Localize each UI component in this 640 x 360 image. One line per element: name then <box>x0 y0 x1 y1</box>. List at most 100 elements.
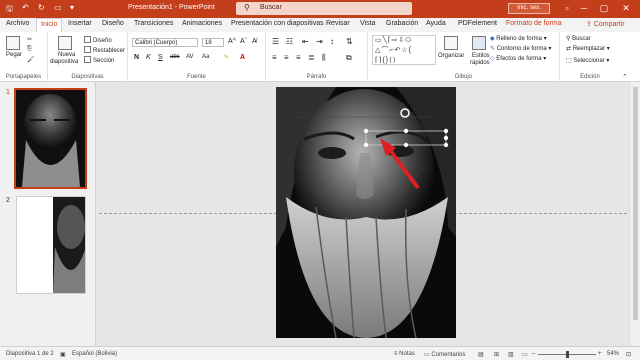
selected-shape-overlay[interactable] <box>350 100 460 195</box>
line-spacing-icon[interactable]: ↕ <box>330 37 334 46</box>
char-spacing-button[interactable]: AV <box>186 54 194 60</box>
shape-effects-button[interactable]: ◇ Efectos de forma ▾ <box>490 55 546 62</box>
resize-handle-t[interactable] <box>403 128 409 134</box>
font-color-icon[interactable]: A <box>240 54 245 61</box>
paste-icon[interactable] <box>6 36 20 50</box>
cut-icon[interactable]: ✂ <box>27 36 32 43</box>
slide-thumbnail-2[interactable] <box>16 196 86 294</box>
tab-archivo[interactable]: Archivo <box>6 20 29 27</box>
quick-styles-icon[interactable] <box>472 36 486 50</box>
language-indicator[interactable]: Español (Bolivia) <box>72 351 117 357</box>
shrink-font-icon[interactable]: Aˇ <box>240 38 247 45</box>
section-button[interactable]: Sección <box>84 56 114 64</box>
shape-outline-button[interactable]: ✎ Contorno de forma ▾ <box>490 45 551 52</box>
underline-button[interactable]: S <box>158 54 163 61</box>
quick-styles-label-1[interactable]: Estilos <box>472 53 490 59</box>
collapse-ribbon-icon[interactable]: ⌃ <box>622 73 628 81</box>
zoom-level[interactable]: 54% <box>607 351 619 357</box>
change-case-button[interactable]: Aa <box>202 54 209 60</box>
strikethrough-button[interactable]: abc <box>170 54 180 60</box>
spellcheck-icon[interactable]: ▣ <box>60 351 66 358</box>
notes-button[interactable]: ≡ Notas <box>394 351 415 357</box>
tab-insertar[interactable]: Insertar <box>68 20 92 27</box>
reset-button[interactable]: Restablecer <box>84 46 125 54</box>
comments-button[interactable]: ▭ Comentarios <box>424 351 465 358</box>
tab-revisar[interactable]: Revisar <box>326 20 350 27</box>
format-painter-icon[interactable]: 🖌 <box>27 56 35 63</box>
find-button[interactable]: ⚲ Buscar <box>566 35 591 42</box>
tab-formato-de-forma[interactable]: Formato de forma <box>506 20 562 27</box>
reading-view-icon[interactable]: ▥ <box>508 351 514 358</box>
bold-button[interactable]: N <box>134 54 139 61</box>
zoom-out-icon[interactable]: – <box>532 351 535 357</box>
select-button[interactable]: ⬚ Seleccionar ▾ <box>566 57 609 64</box>
replace-button[interactable]: ⇄ Reemplazar ▾ <box>566 45 610 52</box>
resize-handle-b[interactable] <box>403 142 409 148</box>
quick-styles-label-2[interactable]: rápidos <box>470 60 490 66</box>
redo-icon[interactable]: ↻ <box>38 3 45 12</box>
tab-pdfelement[interactable]: PDFelement <box>458 20 497 27</box>
decrease-indent-icon[interactable]: ⇤ <box>302 37 309 46</box>
new-slide-icon[interactable] <box>58 36 72 50</box>
ribbon-display-icon[interactable]: ▫ <box>560 2 574 15</box>
zoom-slider-knob[interactable] <box>566 351 569 358</box>
font-size-select[interactable]: 18 <box>202 38 224 47</box>
new-slide-label-2[interactable]: diapositiva <box>50 59 78 65</box>
highlight-icon[interactable]: ✎ <box>224 54 229 61</box>
customize-qat-icon[interactable]: ▾ <box>70 3 74 12</box>
increase-indent-icon[interactable]: ⇥ <box>316 37 323 46</box>
save-icon[interactable]: 🖫 <box>6 3 13 17</box>
slideshow-view-icon[interactable]: ▭ <box>522 351 528 358</box>
zoom-in-icon[interactable]: + <box>598 351 602 357</box>
text-direction-icon[interactable]: ⇅ <box>346 37 353 46</box>
columns-icon[interactable]: ⫼ <box>322 53 326 63</box>
tab-presentacion[interactable]: Presentación con diapositivas <box>231 20 324 27</box>
resize-handle-tl[interactable] <box>363 128 369 134</box>
tab-animaciones[interactable]: Animaciones <box>182 20 222 27</box>
tab-vista[interactable]: Vista <box>360 20 375 27</box>
bullets-icon[interactable]: ☰ <box>272 37 279 46</box>
slide-thumbnail-1[interactable] <box>14 88 87 189</box>
vertical-scrollbar[interactable] <box>629 82 640 346</box>
align-center-icon[interactable]: ≡ <box>284 53 289 62</box>
tab-ayuda[interactable]: Ayuda <box>426 20 446 27</box>
tab-diseno[interactable]: Diseño <box>102 20 124 27</box>
minimize-button[interactable]: ─ <box>577 2 591 15</box>
resize-handle-bl[interactable] <box>363 142 369 148</box>
sign-in-button[interactable]: Inic. ses. <box>508 3 550 14</box>
justify-icon[interactable]: ≣ <box>308 53 315 62</box>
numbering-icon[interactable]: ☷ <box>286 37 293 46</box>
share-button[interactable]: ⇪ Compartir <box>586 20 625 28</box>
resize-handle-br[interactable] <box>443 142 449 148</box>
slide-sorter-icon[interactable]: ⊞ <box>494 351 499 358</box>
layout-button[interactable]: Diseño <box>84 36 112 44</box>
tab-grabacion[interactable]: Grabación <box>386 20 418 27</box>
resize-handle-tr[interactable] <box>443 128 449 134</box>
search-box[interactable]: ⚲ Buscar <box>236 2 412 15</box>
shape-fill-button[interactable]: ◆ Relleno de forma ▾ <box>490 35 547 42</box>
slideshow-icon[interactable]: ▭ <box>54 3 62 12</box>
tab-transiciones[interactable]: Transiciones <box>134 20 173 27</box>
align-right-icon[interactable]: ≡ <box>296 53 301 62</box>
arrange-button[interactable]: Organizar <box>438 53 464 59</box>
rotate-handle-icon[interactable] <box>400 108 410 118</box>
new-slide-label-1[interactable]: Nueva <box>58 52 75 58</box>
shapes-gallery[interactable]: ▭╲⌈⇨⇩⬭ △⌒⌐↶☆{⌈⌉{}⟨⟩ <box>372 35 436 65</box>
align-left-icon[interactable]: ≡ <box>272 53 277 62</box>
tab-inicio[interactable]: Inicio <box>36 18 63 32</box>
copy-icon[interactable]: ⎘ <box>27 46 32 53</box>
clear-format-icon[interactable]: A̸ <box>252 38 257 45</box>
scrollbar-thumb[interactable] <box>633 87 638 320</box>
smartart-icon[interactable]: ⧉ <box>346 53 352 63</box>
arrange-icon[interactable] <box>444 36 458 50</box>
grow-font-icon[interactable]: A^ <box>228 38 236 45</box>
italic-button[interactable]: K <box>146 54 151 61</box>
maximize-button[interactable]: ▢ <box>597 2 611 15</box>
normal-view-icon[interactable]: ▤ <box>478 351 484 358</box>
paste-button[interactable]: Pegar <box>6 52 22 58</box>
font-name-select[interactable]: Calibri (Cuerpo) <box>132 38 198 47</box>
undo-icon[interactable]: ↶ <box>22 3 29 12</box>
close-button[interactable]: ✕ <box>619 2 633 15</box>
resize-handle-r[interactable] <box>443 135 449 141</box>
fit-slide-icon[interactable]: ⊡ <box>626 351 631 358</box>
